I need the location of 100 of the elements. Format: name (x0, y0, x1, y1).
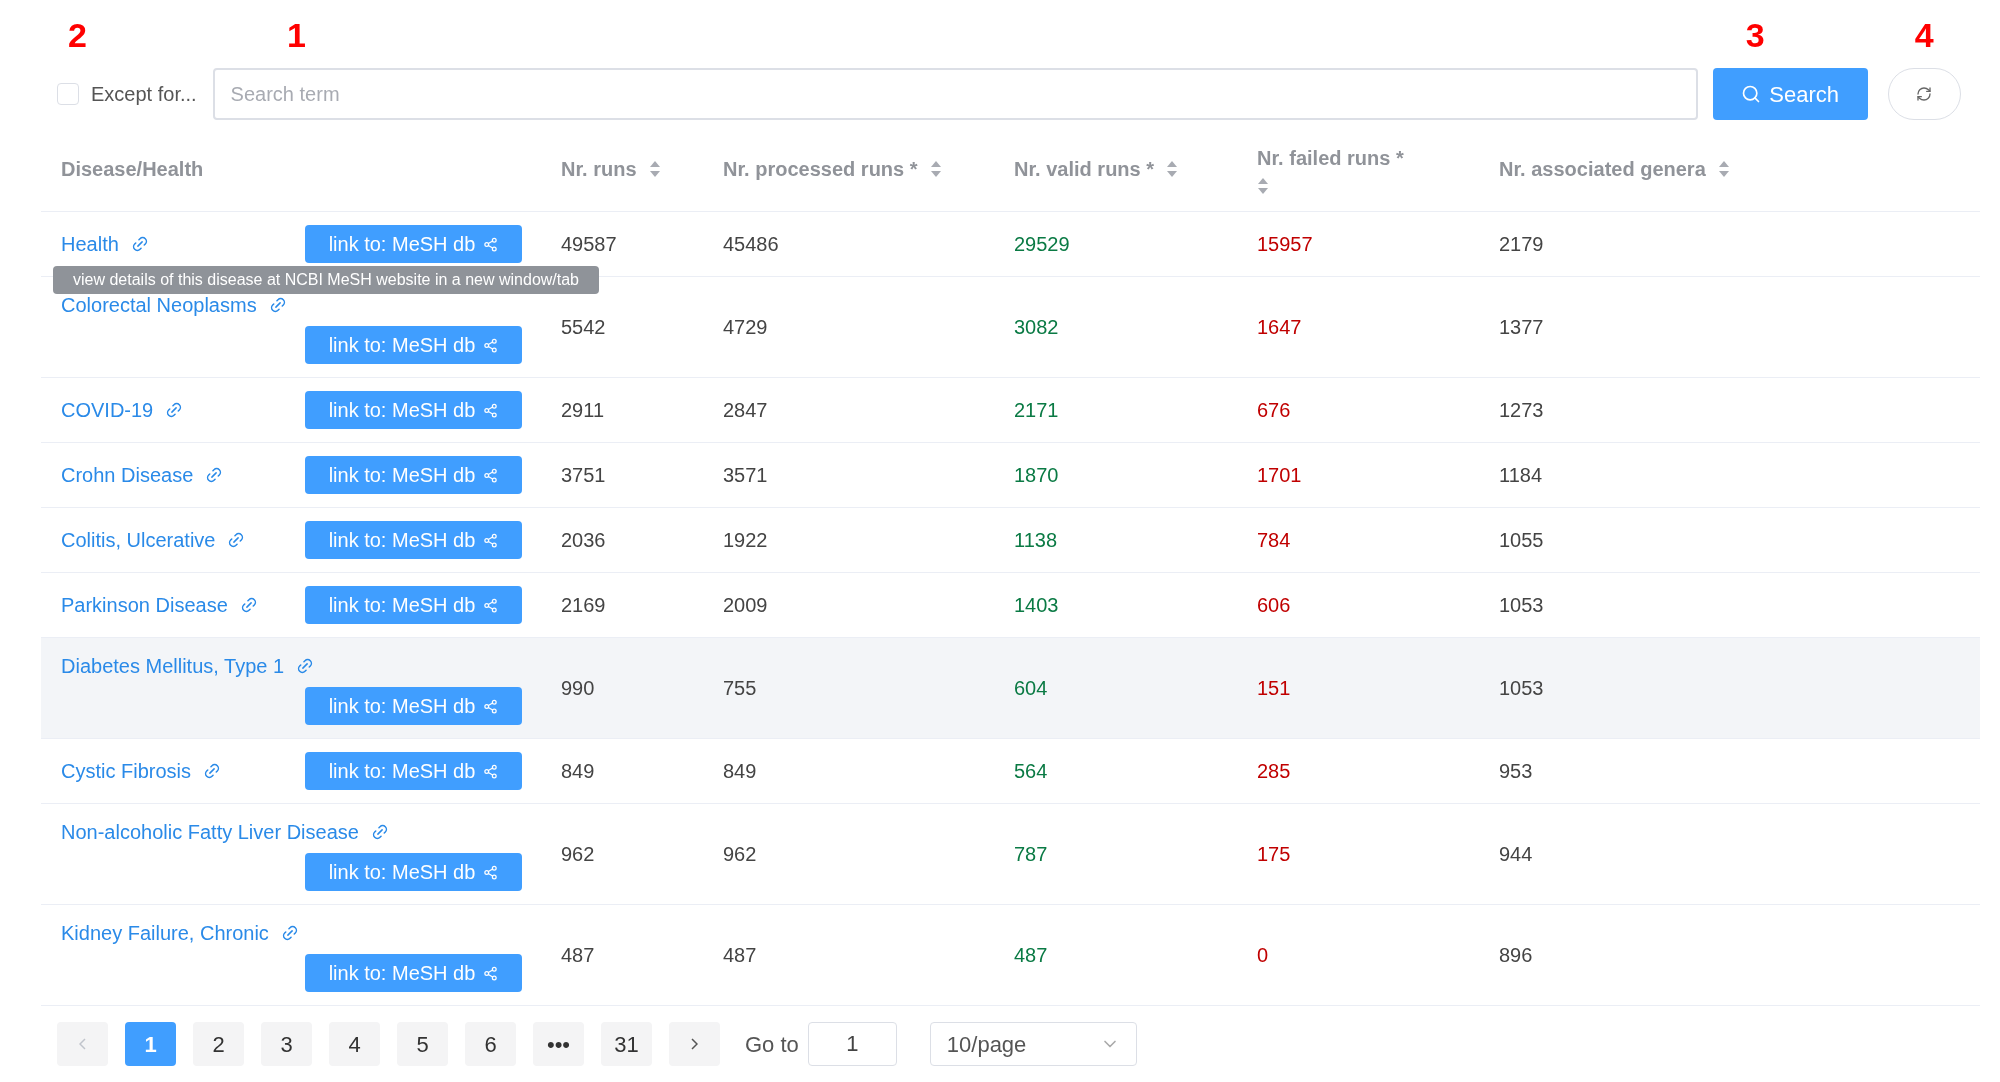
table-cell: 487 (561, 944, 595, 966)
tooltip: view details of this disease at NCBI MeSH website in a new window/tab (53, 266, 599, 294)
table-cell: 2169 (561, 594, 606, 616)
table-cell: 2911 (561, 399, 604, 421)
table-cell: 1701 (1257, 464, 1302, 486)
disease-link[interactable]: Non-alcoholic Fatty Liver Disease (61, 817, 359, 847)
column-header: Nr. valid runs * (1014, 156, 1155, 182)
goto-field[interactable]: 1 (807, 1022, 897, 1066)
disease-link[interactable]: Colitis, Ulcerative (61, 525, 216, 555)
sort-icon[interactable] (1717, 159, 1730, 178)
table-cell: 1184 (1499, 464, 1542, 486)
mesh-link-button[interactable]: link to: MeSH db (305, 586, 522, 624)
chevron-left-icon (79, 1038, 86, 1050)
table-cell: 604 (1014, 677, 1048, 699)
sort-icon[interactable] (929, 159, 942, 178)
page-button[interactable]: 5 (397, 1022, 448, 1066)
table-cell: 175 (1257, 843, 1291, 865)
disease-link[interactable]: Crohn Disease (61, 460, 194, 490)
mesh-link-button[interactable]: link to: MeSH db (305, 853, 522, 891)
table-cell: 676 (1257, 399, 1291, 421)
chevron-right-icon (691, 1038, 698, 1050)
annotation-number: 3 (1745, 18, 1765, 52)
table-cell: 1870 (1014, 464, 1059, 486)
column-header: Nr. failed runs * (1257, 145, 1404, 171)
share-icon (483, 337, 499, 353)
share-icon (483, 965, 499, 981)
table-cell: 29529 (1014, 233, 1070, 255)
table-cell: 849 (723, 760, 757, 782)
page-button[interactable]: 3 (261, 1022, 312, 1066)
mesh-link-button[interactable]: link to: MeSH db (305, 752, 522, 790)
search-field[interactable]: Search term (212, 68, 1698, 120)
annotation-number: 1 (286, 18, 306, 52)
table-cell: 4729 (723, 316, 768, 338)
table-cell: 3571 (723, 464, 768, 486)
page-button[interactable]: 4 (329, 1022, 380, 1066)
share-icon (483, 402, 499, 418)
disease-link[interactable]: Diabetes Mellitus, Type 1 (61, 651, 285, 681)
annotation-number: 2 (68, 18, 87, 52)
table-cell: 2009 (723, 594, 768, 616)
refresh-button[interactable] (1887, 68, 1961, 120)
table-cell: 606 (1257, 594, 1291, 616)
mesh-link-button[interactable]: link to: MeSH db (305, 391, 522, 429)
annotation-number: 4 (1914, 18, 1934, 52)
mesh-link-button[interactable]: link to: MeSH db (305, 687, 522, 725)
table-cell: 49587 (561, 233, 617, 255)
table-cell: 755 (723, 677, 757, 699)
share-icon (483, 236, 499, 252)
page-button[interactable]: 6 (465, 1022, 516, 1066)
table-cell: 1053 (1499, 677, 1544, 699)
page-button[interactable]: 1 (125, 1022, 176, 1066)
checkbox[interactable] (57, 83, 79, 105)
table-cell: 564 (1014, 760, 1048, 782)
table-cell: 5542 (561, 316, 606, 338)
table-cell: 944 (1499, 843, 1533, 865)
table-cell: 1053 (1499, 594, 1544, 616)
mesh-link-button[interactable]: link to: MeSH db (305, 521, 522, 559)
table-cell: 2179 (1499, 233, 1544, 255)
table-cell: 787 (1014, 843, 1048, 865)
table-cell: 3751 (561, 464, 606, 486)
disease-link[interactable]: Kidney Failure, Chronic (61, 918, 269, 948)
table-cell: 849 (561, 760, 595, 782)
share-icon (483, 532, 499, 548)
table-cell: 3082 (1014, 316, 1059, 338)
sort-icon[interactable] (1257, 176, 1269, 195)
table-cell: 990 (561, 677, 595, 699)
mesh-link-button[interactable]: link to: MeSH db (305, 954, 522, 992)
sort-icon[interactable] (648, 159, 661, 178)
table-cell: 2036 (561, 529, 606, 551)
table-cell: 1138 (1014, 529, 1057, 551)
table-cell: 962 (723, 843, 757, 865)
mesh-link-button[interactable]: link to: MeSH db (305, 225, 522, 263)
page-button[interactable]: 2 (193, 1022, 244, 1066)
table-cell: 487 (723, 944, 757, 966)
mesh-link-button[interactable]: link to: MeSH db (305, 456, 522, 494)
table-cell: 151 (1257, 677, 1291, 699)
disease-link[interactable]: Health (61, 229, 119, 259)
table-cell: 0 (1257, 944, 1269, 966)
search-icon (1741, 84, 1762, 104)
search-button[interactable]: Search (1712, 68, 1868, 120)
table-cell: 285 (1257, 760, 1291, 782)
table-cell: 1377 (1499, 316, 1544, 338)
disease-link[interactable]: Parkinson Disease (61, 590, 228, 620)
page-button[interactable]: 31 (601, 1022, 652, 1066)
table-cell: 15957 (1257, 233, 1313, 255)
disease-link[interactable]: Cystic Fibrosis (61, 756, 191, 786)
disease-link[interactable]: COVID-19 (61, 395, 154, 425)
table-cell: 784 (1257, 529, 1291, 551)
page-size-select[interactable]: 10/page (929, 1022, 1137, 1066)
table-cell: 1403 (1014, 594, 1059, 616)
column-header: Nr. processed runs * (723, 156, 918, 182)
refresh-icon (1916, 86, 1933, 102)
sort-icon[interactable] (1166, 159, 1179, 178)
checkbox-label: Except for... (91, 82, 197, 107)
table-cell: 1647 (1257, 316, 1302, 338)
page-button[interactable]: ••• (533, 1022, 584, 1066)
share-icon (483, 698, 499, 714)
mesh-link-button[interactable]: link to: MeSH db (305, 326, 522, 364)
share-icon (483, 763, 499, 779)
table-cell: 962 (561, 843, 595, 865)
goto-label: Go to (745, 1030, 799, 1059)
